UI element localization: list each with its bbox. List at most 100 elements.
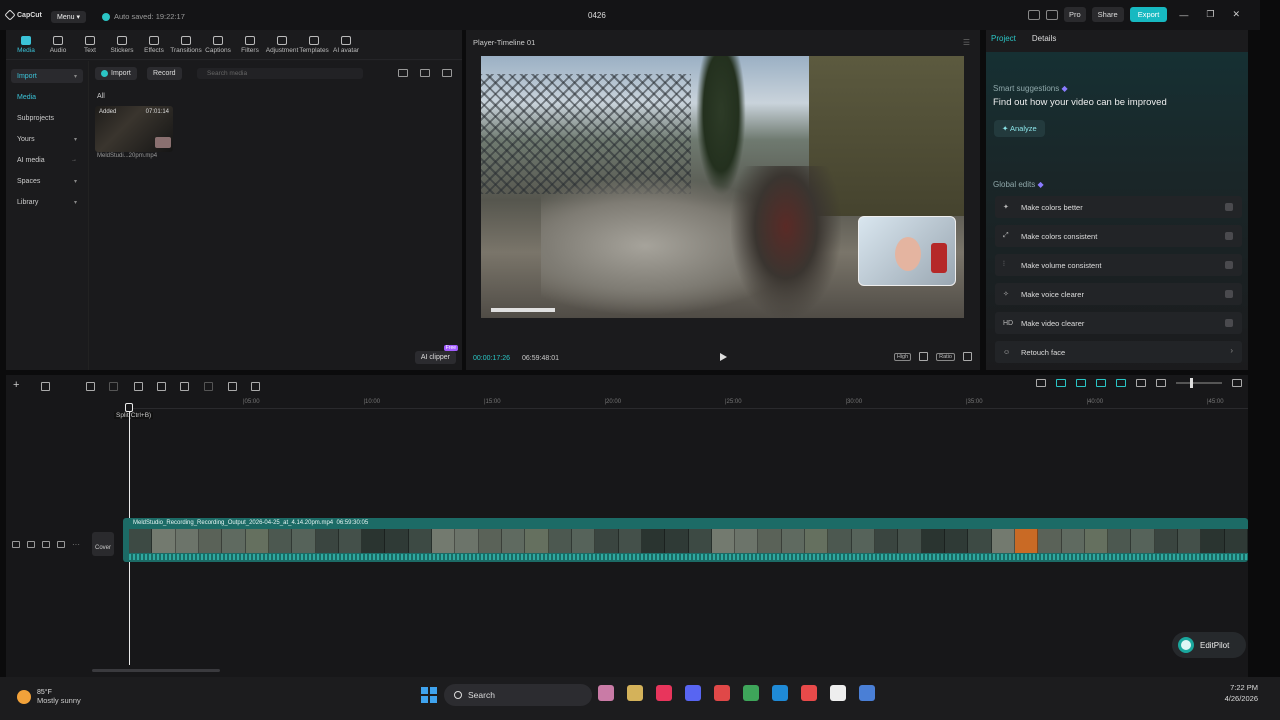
time-ruler[interactable]: |05:00 |10:00 |15:00 |20:00 |25:00 |30:00 |35:… [129, 399, 1248, 409]
sidebar-item-spaces[interactable]: Spaces ▾ [11, 174, 83, 188]
windows-start-icon[interactable] [421, 687, 437, 703]
cover-button[interactable]: Cover [92, 532, 114, 556]
filter-icon[interactable] [442, 69, 452, 77]
track-toggle-icon[interactable] [12, 541, 20, 548]
menu-button[interactable]: Menu ▾ [51, 11, 86, 23]
weather-widget[interactable]: 85°F Mostly sunny [17, 689, 81, 705]
toggle-switch[interactable] [1225, 261, 1233, 269]
tab-project[interactable]: Project [991, 34, 1016, 43]
close-icon[interactable]: ✕ [1226, 9, 1246, 20]
redo-icon[interactable] [109, 382, 118, 391]
maximize-icon[interactable]: ❐ [1200, 9, 1220, 20]
meld-icon[interactable] [859, 685, 875, 701]
sidebar-item-ai-media[interactable]: AI media → [11, 153, 83, 167]
fit-timeline-icon[interactable] [1136, 379, 1146, 387]
ratio-button[interactable]: Ratio [936, 352, 955, 361]
video-preview[interactable] [481, 56, 964, 318]
zoom-slider-knob[interactable] [1190, 378, 1193, 388]
more-icon[interactable]: ··· [72, 540, 80, 549]
play-icon[interactable] [720, 353, 727, 361]
quality-button[interactable]: High [893, 352, 912, 361]
xmind-icon[interactable] [714, 685, 730, 701]
microphone-icon[interactable] [1036, 379, 1046, 387]
grid-view-icon[interactable] [398, 69, 408, 77]
global-edit-retouch-face[interactable]: ☺ Retouch face › [995, 341, 1242, 363]
record-button[interactable]: Record [147, 67, 182, 80]
playhead-handle[interactable] [125, 403, 133, 412]
ai-clipper-button[interactable]: AI clipper Free [414, 345, 458, 364]
minimize-icon[interactable]: — [1173, 10, 1194, 20]
auto-snap-icon[interactable] [1076, 379, 1086, 387]
player-menu-icon[interactable]: ☰ [963, 38, 970, 47]
system-clock[interactable]: 7:22 PM 4/26/2026 [1225, 682, 1258, 704]
analyze-button[interactable]: ✦ Analyze [994, 120, 1045, 137]
visibility-icon[interactable] [42, 541, 50, 548]
tiktok-icon[interactable] [656, 685, 672, 701]
chrome-icon[interactable] [743, 685, 759, 701]
zoom-slider[interactable] [1176, 378, 1222, 388]
export-button[interactable]: Export [1129, 7, 1168, 22]
delete-left-icon[interactable] [157, 382, 166, 391]
filter-all-label[interactable]: All [97, 93, 105, 100]
edge-icon[interactable] [772, 685, 788, 701]
split-icon[interactable] [134, 382, 143, 391]
maps-icon[interactable] [801, 685, 817, 701]
main-track-magnet-icon[interactable] [1056, 379, 1066, 387]
select-tool-icon[interactable] [41, 382, 50, 391]
tool-transitions[interactable]: Transitions [170, 30, 202, 59]
search-media-input[interactable]: Search media [197, 68, 363, 79]
zoom-out-icon[interactable] [1156, 379, 1166, 387]
marker-icon[interactable] [228, 382, 237, 391]
sidebar-item-media[interactable]: Media [11, 90, 83, 104]
lock-icon[interactable] [27, 541, 35, 548]
sidebar-item-subprojects[interactable]: Subprojects [11, 111, 83, 125]
pro-button[interactable]: Pro [1064, 7, 1086, 22]
toggle-switch[interactable] [1225, 232, 1233, 240]
capcut-icon[interactable] [830, 685, 846, 701]
timeline-scrollbar[interactable] [92, 669, 220, 672]
copilot-icon[interactable] [598, 685, 614, 701]
editpilot-button[interactable]: EditPilot [1172, 632, 1246, 658]
sidebar-item-import[interactable]: Import ▾ [11, 69, 83, 83]
toggle-switch[interactable] [1225, 203, 1233, 211]
global-edit-make-voice-clearer[interactable]: ✧ Make voice clearer [995, 283, 1242, 305]
audio-mute-icon[interactable] [57, 541, 65, 548]
fit-view-icon[interactable] [919, 352, 929, 361]
global-edit-make-video-clearer[interactable]: HD Make video clearer [995, 312, 1242, 334]
discord-icon[interactable] [685, 685, 701, 701]
global-edit-make-colors-better[interactable]: ✦ Make colors better [995, 196, 1242, 218]
sort-icon[interactable] [420, 69, 430, 77]
video-clip[interactable]: MeldStudio_Recording_Recording_Output_20… [123, 518, 1248, 562]
delete-right-icon[interactable] [180, 382, 189, 391]
tool-audio[interactable]: Audio [42, 30, 74, 59]
tool-effects[interactable]: Effects [138, 30, 170, 59]
toggle-switch[interactable] [1225, 319, 1233, 327]
delete-icon[interactable] [204, 382, 213, 391]
shortcut-icon[interactable] [1046, 9, 1058, 20]
global-edit-make-colors-consistent[interactable]: ⤢ Make colors consistent [995, 225, 1242, 247]
tab-details[interactable]: Details [1032, 34, 1056, 43]
zoom-in-icon[interactable] [1232, 379, 1242, 387]
media-thumbnail[interactable]: Added 07:01:14 [95, 106, 173, 152]
toggle-switch[interactable] [1225, 290, 1233, 298]
tool-media[interactable]: Media [10, 30, 42, 59]
global-edit-make-volume-consistent[interactable]: ⫶ Make volume consistent [995, 254, 1242, 276]
undo-icon[interactable] [86, 382, 95, 391]
chevron-right-icon[interactable]: › [1230, 346, 1233, 355]
share-button[interactable]: Share [1091, 7, 1124, 22]
taskbar-search[interactable]: Search [444, 684, 592, 706]
sidebar-item-yours[interactable]: Yours ▾ [11, 132, 83, 146]
fullscreen-icon[interactable] [963, 352, 972, 361]
crop-icon[interactable] [251, 382, 260, 391]
tool-filters[interactable]: Filters [234, 30, 266, 59]
tool-ai-avatar[interactable]: AI avatar [330, 30, 362, 59]
layout-icon[interactable] [1028, 9, 1040, 20]
import-button[interactable]: Import [95, 67, 137, 80]
tool-captions[interactable]: Captions [202, 30, 234, 59]
add-track-icon[interactable]: + [13, 379, 19, 391]
tool-text[interactable]: Text [74, 30, 106, 59]
sidebar-item-library[interactable]: Library ▾ [11, 195, 83, 209]
linkage-icon[interactable] [1096, 379, 1106, 387]
tool-templates[interactable]: Templates [298, 30, 330, 59]
tool-adjustment[interactable]: Adjustment [266, 30, 298, 59]
